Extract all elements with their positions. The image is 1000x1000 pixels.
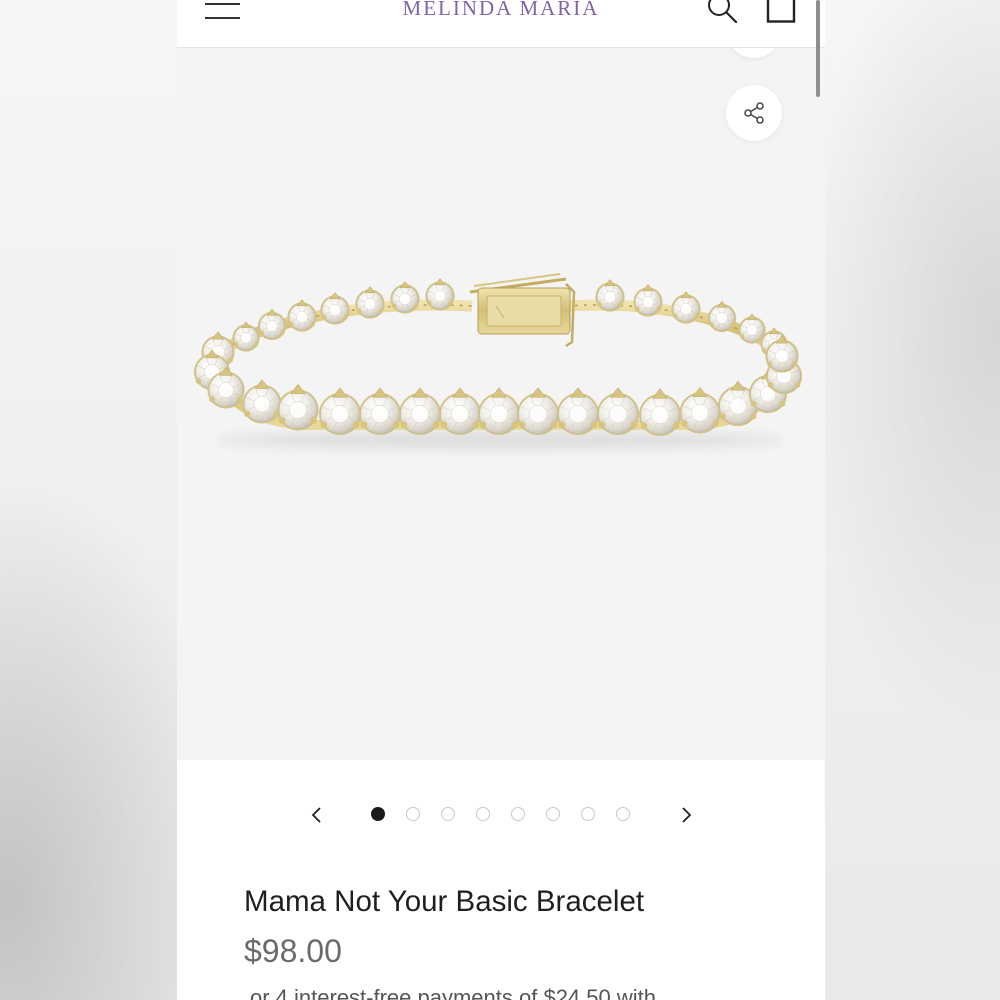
bracelet-front-row bbox=[193, 331, 803, 437]
product-title: Mama Not Your Basic Bracelet bbox=[244, 885, 645, 918]
product-price: $98.00 bbox=[244, 933, 342, 969]
bracelet-stone bbox=[287, 299, 317, 332]
carousel-dot[interactable] bbox=[441, 807, 455, 821]
chevron-left-icon[interactable] bbox=[311, 806, 323, 824]
installment-payment-text: or 4 interest-free payments of $24.50 wi… bbox=[250, 985, 656, 1000]
carousel-dot[interactable] bbox=[546, 807, 560, 821]
bracelet-stone bbox=[707, 300, 737, 333]
carousel-dot[interactable] bbox=[581, 807, 595, 821]
carousel-dot[interactable] bbox=[476, 807, 490, 821]
bracelet-stone bbox=[318, 387, 362, 436]
product-image[interactable] bbox=[177, 47, 825, 760]
carousel-dot[interactable] bbox=[406, 807, 420, 821]
search-icon[interactable] bbox=[705, 0, 739, 24]
product-gallery bbox=[177, 2, 825, 760]
bracelet-stone bbox=[516, 387, 560, 436]
bracelet-clasp bbox=[469, 273, 576, 348]
bracelet-stone bbox=[595, 279, 625, 312]
bracelet-stone bbox=[633, 284, 663, 317]
bracelet-stone bbox=[358, 387, 402, 436]
share-icon bbox=[744, 102, 764, 124]
bracelet-stone bbox=[320, 292, 350, 325]
bracelet-stone bbox=[257, 308, 287, 341]
site-header: MELINDA MARIA bbox=[177, 0, 825, 48]
scrollbar[interactable] bbox=[816, 0, 820, 97]
bracelet-stone bbox=[398, 387, 442, 436]
bracelet-stone bbox=[242, 379, 282, 424]
mobile-product-page: MELINDA MARIA Mama Not Your Basic Bracel… bbox=[177, 0, 825, 1000]
bracelet-stone bbox=[556, 387, 600, 436]
bracelet-stone bbox=[438, 387, 482, 436]
bracelet-stone bbox=[477, 387, 521, 436]
carousel-dot[interactable] bbox=[371, 807, 385, 821]
bracelet-stone bbox=[232, 321, 260, 352]
bracelet-stone bbox=[390, 281, 420, 314]
chevron-right-icon[interactable] bbox=[680, 806, 692, 824]
shopping-bag-icon[interactable] bbox=[766, 0, 797, 24]
bracelet-stone bbox=[679, 386, 721, 434]
carousel-dot[interactable] bbox=[616, 807, 630, 821]
bracelet-stone bbox=[355, 286, 385, 319]
bracelet-stone bbox=[638, 388, 682, 437]
bracelet-stone bbox=[277, 383, 319, 431]
bracelet-stone bbox=[425, 278, 455, 311]
carousel-dots bbox=[371, 807, 651, 821]
share-button[interactable] bbox=[726, 85, 782, 141]
bracelet-stone bbox=[671, 291, 701, 324]
bracelet-stone bbox=[596, 387, 640, 436]
carousel-dot[interactable] bbox=[511, 807, 525, 821]
